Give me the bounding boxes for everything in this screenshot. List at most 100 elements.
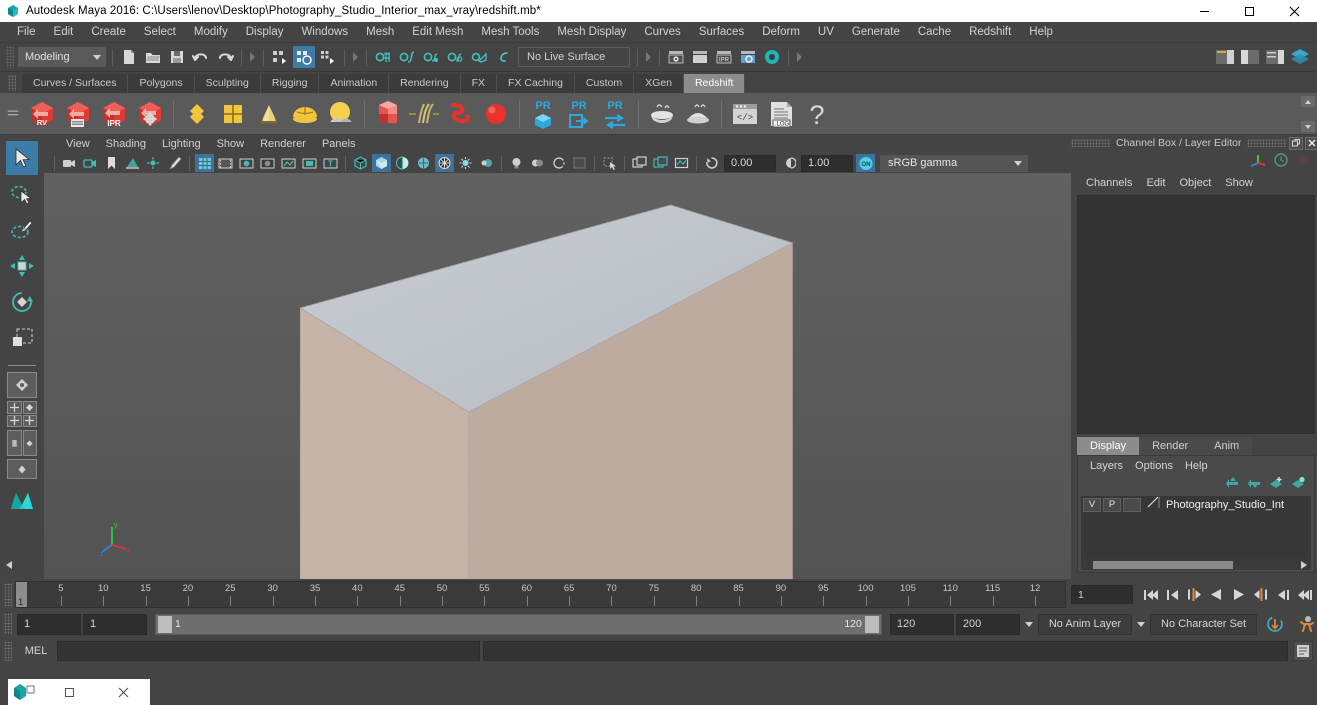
redshift-light-ies-icon[interactable] xyxy=(251,95,287,133)
redshift-render-settings-icon[interactable] xyxy=(132,95,168,133)
menu-edit[interactable]: Edit xyxy=(45,24,83,40)
character-set-dropdown-arrow[interactable] xyxy=(1134,614,1148,635)
step-back-key-icon[interactable] xyxy=(1184,584,1205,605)
redshift-light-area-icon[interactable] xyxy=(179,95,215,133)
panel-copy-icon[interactable] xyxy=(630,154,649,172)
menu-windows[interactable]: Windows xyxy=(292,24,357,40)
go-to-end-icon[interactable] xyxy=(1294,584,1315,605)
gamma-field[interactable]: 1.00 xyxy=(801,154,853,172)
layout-cell[interactable] xyxy=(7,430,22,456)
exposure-icon[interactable] xyxy=(702,154,721,172)
move-layer-up-icon[interactable] xyxy=(1225,476,1240,494)
anim-layer-dropdown-arrow[interactable] xyxy=(1022,614,1036,635)
shelf-tab-xgen[interactable]: XGen xyxy=(634,74,684,93)
redshift-light-portal-icon[interactable] xyxy=(215,95,251,133)
channel-box-menu-object[interactable]: Object xyxy=(1172,176,1218,190)
layers-stack-icon[interactable] xyxy=(1289,46,1311,68)
menu-display[interactable]: Display xyxy=(237,24,293,40)
command-output-field[interactable] xyxy=(483,641,1288,661)
character-set-selector[interactable]: No Character Set xyxy=(1150,613,1257,635)
redshift-light-dome-icon[interactable] xyxy=(287,95,323,133)
menu-select[interactable]: Select xyxy=(135,24,185,40)
ambient-occlusion-icon[interactable] xyxy=(570,154,589,172)
layer-visibility-toggle[interactable]: V xyxy=(1083,497,1101,512)
range-start-field[interactable]: 1 xyxy=(83,613,147,635)
shelf-scroll-down-icon[interactable] xyxy=(1301,121,1315,132)
redshift-proxy-icon[interactable] xyxy=(370,95,406,133)
layout-cell[interactable] xyxy=(7,401,22,414)
paint-select-tool[interactable] xyxy=(6,213,38,247)
shelf-scroll-up-icon[interactable] xyxy=(1301,96,1315,107)
shelf-tab-curves-surfaces[interactable]: Curves / Surfaces xyxy=(22,74,129,93)
snap-to-curve-icon[interactable] xyxy=(396,46,418,68)
layer-menu-layers[interactable]: Layers xyxy=(1084,459,1129,473)
clock-icon[interactable] xyxy=(1273,152,1289,173)
layer-color-swatch-icon[interactable] xyxy=(1146,495,1160,514)
menu-uv[interactable]: UV xyxy=(809,24,843,40)
shelf-grip[interactable] xyxy=(8,75,16,91)
x-ray-joints-icon[interactable] xyxy=(477,154,496,172)
render-globals-icon[interactable] xyxy=(761,46,783,68)
default-lighting-icon[interactable] xyxy=(507,154,526,172)
layer-name[interactable]: Photography_Studio_Int xyxy=(1166,499,1284,511)
resolution-gate-icon[interactable] xyxy=(237,154,256,172)
smooth-shade-all-icon[interactable] xyxy=(372,154,391,172)
four-view-layout[interactable] xyxy=(7,401,37,427)
menu-generate[interactable]: Generate xyxy=(843,24,909,40)
current-time-indicator[interactable]: 1 xyxy=(16,582,27,607)
single-perspective-layout[interactable] xyxy=(7,372,37,398)
minimize-button[interactable] xyxy=(1182,0,1227,22)
menu-cache[interactable]: Cache xyxy=(909,24,960,40)
range-slider-grip[interactable] xyxy=(4,613,12,635)
auto-keyframe-icon[interactable] xyxy=(1263,612,1287,636)
shelf-tab-sculpting[interactable]: Sculpting xyxy=(194,74,261,93)
anim-layer-selector[interactable]: No Anim Layer xyxy=(1037,613,1133,635)
panel-tear-icon[interactable] xyxy=(651,154,670,172)
all-lights-icon[interactable] xyxy=(528,154,547,172)
redshift-volume-icon[interactable] xyxy=(442,95,478,133)
gamma-icon[interactable] xyxy=(779,154,798,172)
viewport-menu-lighting[interactable]: Lighting xyxy=(154,137,209,151)
snap-to-view-plane-icon[interactable] xyxy=(468,46,490,68)
collapse-arrow-icon[interactable] xyxy=(646,52,651,62)
step-forward-frame-icon[interactable] xyxy=(1272,584,1293,605)
command-input-field[interactable] xyxy=(57,641,480,661)
render-sequence-icon[interactable] xyxy=(689,46,711,68)
title-safe-icon[interactable]: T xyxy=(321,154,340,172)
bookmark-icon[interactable] xyxy=(102,154,121,172)
select-by-component-icon[interactable] xyxy=(317,46,339,68)
sidebar-toggle-channel-box-icon[interactable] xyxy=(1264,46,1286,68)
shelf-tab-fx[interactable]: FX xyxy=(460,74,498,93)
select-tool[interactable] xyxy=(6,141,38,175)
shelf-tab-redshift[interactable]: Redshift xyxy=(683,74,746,93)
redo-icon[interactable] xyxy=(214,46,236,68)
play-backwards-icon[interactable] xyxy=(1206,584,1227,605)
grid-toggle-icon[interactable] xyxy=(195,154,214,172)
channel-box-menu-edit[interactable]: Edit xyxy=(1139,176,1172,190)
redshift-log-icon[interactable]: .LOG xyxy=(763,95,799,133)
scroll-left-icon[interactable] xyxy=(6,556,13,574)
redshift-bake-set-icon[interactable] xyxy=(680,95,716,133)
sidebar-toggle-attribute-icon[interactable] xyxy=(1214,46,1236,68)
layer-menu-help[interactable]: Help xyxy=(1179,459,1214,473)
menu-create[interactable]: Create xyxy=(82,24,135,40)
layer-menu-options[interactable]: Options xyxy=(1129,459,1179,473)
status-line-grip[interactable] xyxy=(6,46,14,68)
open-scene-icon[interactable] xyxy=(142,46,164,68)
persp-graph-editor-layout[interactable] xyxy=(7,459,37,479)
animation-preferences-icon[interactable] xyxy=(1293,612,1317,636)
shelf-options-menu[interactable] xyxy=(2,93,24,135)
x-ray-icon[interactable] xyxy=(456,154,475,172)
undo-icon[interactable] xyxy=(190,46,212,68)
tab-display[interactable]: Display xyxy=(1077,437,1140,455)
viewport-menu-panels[interactable]: Panels xyxy=(314,137,364,151)
move-tool[interactable] xyxy=(6,249,38,283)
select-camera-icon[interactable] xyxy=(60,154,79,172)
redshift-bake-icon[interactable] xyxy=(644,95,680,133)
axis-gizmo-icon[interactable] xyxy=(1249,152,1267,173)
move-layer-down-icon[interactable] xyxy=(1247,476,1262,494)
viewport-menu-shading[interactable]: Shading xyxy=(98,137,154,151)
restore-window-button[interactable] xyxy=(42,679,96,705)
persp-outliner-layout[interactable] xyxy=(7,430,37,456)
shelf-tab-custom[interactable]: Custom xyxy=(574,74,635,93)
